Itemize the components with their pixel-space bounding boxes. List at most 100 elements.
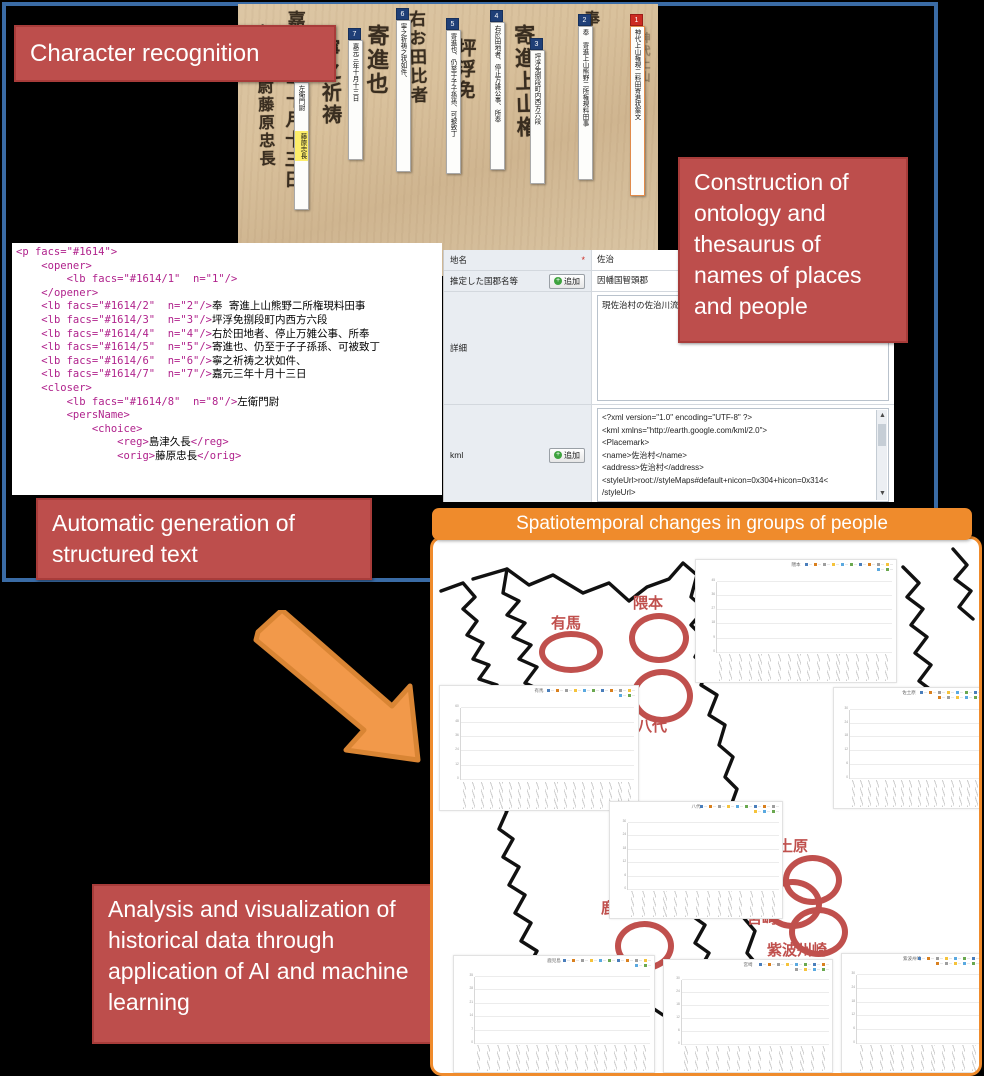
- legend-swatch: [635, 963, 638, 967]
- x-tick-label: [633, 1045, 637, 1071]
- chart-x-axis: [856, 1044, 979, 1071]
- scroll-down-icon[interactable]: ▼: [879, 488, 886, 500]
- kml-scrollbar[interactable]: ▲ ▼: [876, 410, 887, 500]
- legend-label: —: [630, 958, 633, 962]
- legend-label: —: [781, 962, 784, 966]
- scroll-up-icon[interactable]: ▲: [879, 410, 886, 422]
- legend-label: —: [567, 958, 570, 962]
- legend-item: —: [619, 693, 626, 697]
- legend-swatch: [972, 961, 975, 965]
- manuscript-annotation-strip[interactable]: 6 寧之祈祷之状如件、: [396, 8, 411, 172]
- xml-tag: />: [224, 395, 238, 408]
- legend-item: —: [972, 956, 979, 960]
- xml-tag: <orig>: [117, 449, 156, 462]
- legend-label: —: [758, 804, 761, 808]
- map-place-label: 紫波州崎: [767, 941, 828, 959]
- legend-item: —: [822, 962, 829, 966]
- legend-item: —: [814, 562, 821, 566]
- callout-analysis: Analysis and visualization of historical…: [92, 884, 444, 1044]
- x-tick-label: [496, 1045, 500, 1071]
- legend-swatch: [581, 958, 584, 962]
- y-tick-label: 7: [471, 1026, 473, 1031]
- xml-code-line: <lb facs="#1614/5" n="5"/>寄進也、仍至于子子孫孫、可被…: [16, 341, 380, 353]
- chart-x-axis: [474, 1045, 650, 1071]
- legend-label: —: [826, 962, 829, 966]
- legend-item: —: [590, 958, 597, 962]
- y-tick-label: 6: [846, 761, 848, 766]
- x-tick-label: [917, 780, 921, 807]
- legend-swatch: [814, 562, 817, 566]
- x-tick-label: [471, 781, 476, 809]
- mini-bar-chart: 八代 — — — — — — — — — — — —0 6 12 18 24 30: [609, 801, 783, 919]
- manuscript-annotation-strip[interactable]: 3 坪浮免捌段町内西方六段: [530, 38, 545, 184]
- legend-swatch: [938, 695, 941, 699]
- legend-swatch: [945, 956, 948, 960]
- legend-swatch: [868, 562, 871, 566]
- add-button[interactable]: + 追加: [549, 273, 585, 289]
- x-tick-label: [787, 653, 791, 681]
- manuscript-annotation-strip[interactable]: 5 寄進也、仍至于子子孫孫、可被致丁: [446, 18, 461, 174]
- x-tick-label: [563, 781, 567, 809]
- x-tick-label: [506, 1045, 510, 1071]
- y-tick-label: 0: [713, 648, 715, 653]
- manuscript-annotation-strip[interactable]: 2 奉 寄進上山熊野二所権現料田事: [578, 14, 593, 180]
- legend-item: —: [628, 688, 635, 692]
- manuscript-annotation-strip[interactable]: 8左衛門尉藤原忠長: [294, 70, 309, 210]
- legend-swatch: [574, 688, 577, 692]
- annotation-text: 寄進也、仍至于子子孫孫、可被致丁: [449, 33, 457, 137]
- legend-item: —: [583, 688, 590, 692]
- x-tick-label: [910, 1044, 915, 1071]
- x-tick-label: [771, 891, 775, 917]
- scrollbar-thumb[interactable]: [878, 424, 886, 446]
- legend-item: —: [772, 809, 779, 813]
- manuscript-annotation-strip[interactable]: 4 右於田地者、停止万雑公事、所奉: [490, 10, 505, 170]
- x-tick-label: [739, 891, 743, 917]
- manuscript-annotation-strip[interactable]: 1 神代上山権現二料田寄進状案文: [630, 14, 645, 196]
- legend-item: —: [610, 688, 617, 692]
- legend-item: —: [963, 956, 970, 960]
- legend-swatch: [954, 961, 957, 965]
- xml-tag: />: [199, 327, 213, 340]
- x-tick-label: [962, 1044, 966, 1071]
- mini-bar-chart: 佐土原 — — — — — — — — — — — —0 6 12 18 24 30: [833, 687, 979, 809]
- xml-tag: <persName>: [66, 409, 130, 422]
- y-tick-label: 0: [853, 1039, 855, 1044]
- callout-ontology: Construction of ontology and thesaurus o…: [678, 157, 908, 343]
- legend-label: —: [818, 562, 821, 566]
- xml-attr: facs="#1614/7" n="7": [66, 368, 200, 381]
- legend-label: —: [854, 562, 857, 566]
- banner-spatiotemporal: Spatiotemporal changes in groups of peop…: [432, 508, 972, 540]
- chart-plot-area: [856, 974, 979, 1044]
- xml-tag: />: [199, 300, 213, 313]
- legend-label: —: [605, 688, 608, 692]
- kml-textarea[interactable]: <?xml version="1.0" encoding="UTF-8" ?> <…: [597, 408, 889, 502]
- legend-swatch: [583, 688, 586, 692]
- x-tick-label: [716, 1046, 720, 1071]
- x-tick-label: [652, 891, 656, 917]
- x-tick-label: [663, 891, 667, 917]
- chart-legend: — — — — — — — — — — — —: [559, 958, 651, 967]
- chart-y-axis: 0 12 24 36 48 60: [442, 704, 460, 780]
- x-tick-label: [726, 1046, 730, 1071]
- legend-swatch: [795, 962, 798, 966]
- legend-label: —: [603, 958, 606, 962]
- legend-label: —: [639, 963, 642, 967]
- legend-swatch: [954, 956, 957, 960]
- legend-swatch: [644, 963, 647, 967]
- add-button[interactable]: + 追加: [549, 447, 585, 463]
- x-tick-label: [526, 781, 531, 809]
- xml-tag: />: [199, 341, 213, 354]
- y-tick-label: 18: [711, 620, 715, 625]
- legend-swatch: [718, 804, 721, 808]
- legend-label: —: [863, 562, 866, 566]
- legend-label: —: [767, 804, 770, 808]
- legend-swatch: [936, 961, 939, 965]
- x-tick-label: [748, 653, 752, 681]
- y-tick-label: 36: [455, 733, 459, 738]
- x-tick-label: [821, 1046, 825, 1071]
- legend-item: —: [822, 967, 829, 971]
- legend-swatch: [768, 962, 771, 966]
- legend-swatch: [763, 804, 766, 808]
- y-tick-label: 6: [853, 1026, 855, 1030]
- manuscript-annotation-strip[interactable]: 7 嘉元三年十月十三日: [348, 28, 363, 160]
